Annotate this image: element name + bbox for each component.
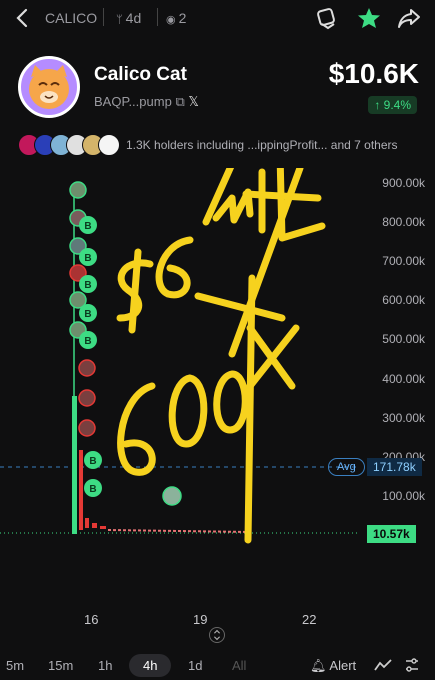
y-axis-tick: 500.00k: [382, 332, 425, 346]
y-axis-tick: 900.00k: [382, 176, 425, 190]
copy-icon[interactable]: ⧉: [175, 94, 184, 109]
holder-avatar: [98, 134, 120, 156]
timeframe-5m[interactable]: 5m: [6, 658, 24, 673]
buy-marker-label: B: [84, 280, 91, 291]
line-chart-icon[interactable]: [374, 658, 392, 672]
y-axis-tick: 100.00k: [382, 489, 425, 503]
x-axis-tick: 16: [84, 612, 99, 627]
token-price: $10.6K: [328, 58, 419, 89]
settings-sliders-icon[interactable]: [404, 657, 420, 673]
candle: [79, 450, 83, 530]
trade-avatar-marker: [162, 486, 182, 506]
divider: [157, 8, 158, 26]
buy-marker-label: B: [84, 221, 91, 232]
alert-button[interactable]: 🔔︎ Alert: [310, 658, 356, 674]
buy-marker-label: B: [89, 484, 96, 495]
price-change-badge: ↑ 9.4%: [368, 96, 417, 114]
x-social-icon[interactable]: 𝕏: [188, 94, 198, 109]
token-ticker: CALICO: [45, 10, 98, 26]
buy-marker-label: B: [89, 456, 96, 467]
handwritten-annotation: [116, 168, 326, 544]
eye-icon: ◉: [166, 14, 179, 26]
token-age: ᛘ 4d: [116, 10, 142, 26]
timeframe-15m[interactable]: 15m: [48, 658, 73, 673]
view-count: ◉ 2: [166, 10, 187, 26]
share-arrow-icon[interactable]: [396, 6, 422, 30]
avg-tag: Avg: [328, 458, 365, 476]
token-avatar: [18, 56, 80, 118]
price-chart[interactable]: B B B B B B B 900.00k 800.00k 700.00k 60…: [0, 168, 435, 628]
y-axis-tick: 300.00k: [382, 411, 425, 425]
holders-row[interactable]: 1.3K holders including ...ippingProfit..…: [18, 134, 428, 158]
token-name: Calico Cat: [94, 64, 187, 85]
avg-value: 171.78k: [367, 458, 422, 476]
star-favorite-icon[interactable]: [356, 6, 382, 30]
candle: [100, 526, 106, 529]
timeframe-all[interactable]: All: [232, 658, 246, 673]
candle: [92, 523, 97, 528]
timeframe-4h[interactable]: 4h: [129, 654, 172, 677]
chart-canvas[interactable]: B B B B B B B: [0, 168, 435, 628]
y-axis-tick: 400.00k: [382, 372, 425, 386]
timeframe-1h[interactable]: 1h: [98, 658, 112, 673]
y-axis-tick: 800.00k: [382, 215, 425, 229]
expand-collapse-icon[interactable]: [209, 627, 225, 643]
buy-marker-label: B: [84, 253, 91, 264]
timeframe-1d[interactable]: 1d: [188, 658, 202, 673]
trade-avatar-marker: [78, 419, 96, 437]
candle-series: [107, 529, 251, 533]
back-arrow-icon[interactable]: [12, 6, 32, 30]
divider: [103, 8, 104, 26]
x-axis-tick: 22: [302, 612, 317, 627]
y-axis-tick: 700.00k: [382, 254, 425, 268]
timeframe-bar: 5m 15m 1h 4h 1d All 🔔︎ Alert: [0, 650, 435, 680]
token-address: BAQP...pump ⧉ 𝕏: [94, 94, 199, 109]
current-value: 10.57k: [367, 525, 416, 543]
share-card-icon[interactable]: [314, 6, 340, 30]
bell-icon: 🔔︎: [310, 658, 330, 673]
candle: [85, 518, 89, 528]
trade-avatar-marker: [78, 359, 96, 377]
buy-marker-label: B: [84, 309, 91, 320]
trade-avatar-marker: [78, 389, 96, 407]
sprout-icon: ᛘ: [116, 14, 126, 26]
x-axis-tick: 19: [193, 612, 208, 627]
y-axis-tick: 600.00k: [382, 293, 425, 307]
candle: [72, 396, 77, 534]
holders-summary: 1.3K holders including ...ippingProfit..…: [126, 138, 398, 152]
trade-avatar-marker: [69, 181, 87, 199]
buy-marker-label: B: [84, 336, 91, 347]
